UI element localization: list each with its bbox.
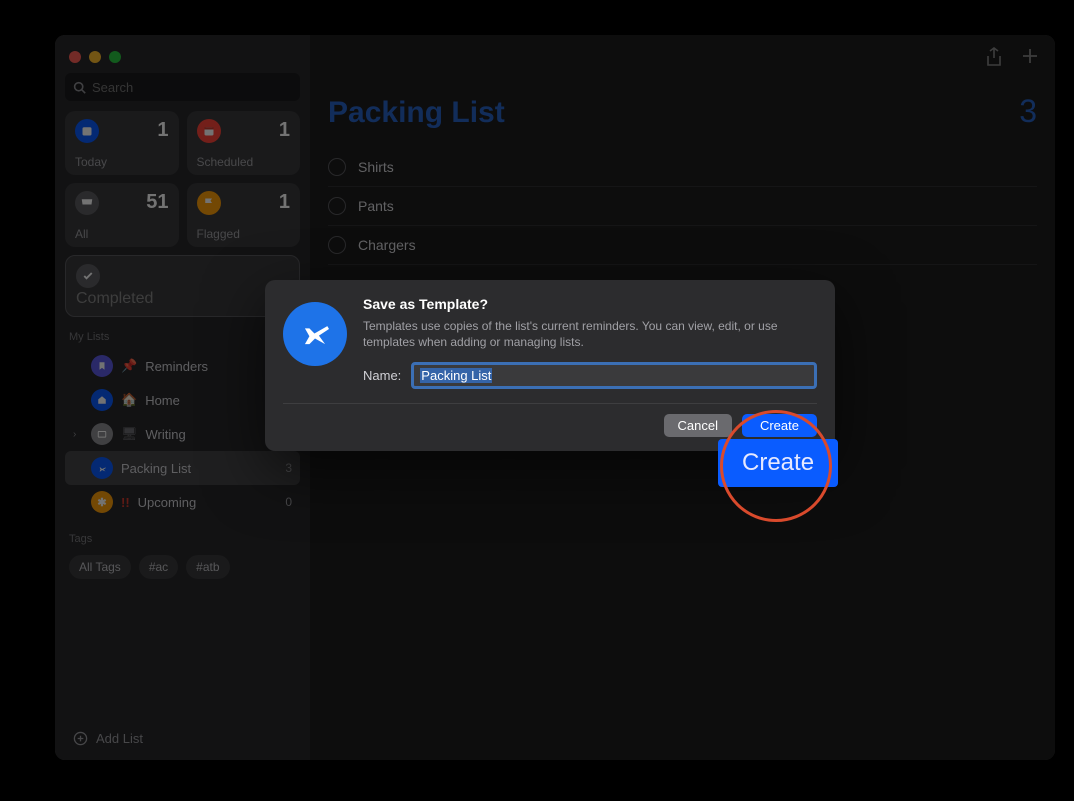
calendar-today-icon [75,119,99,143]
tile-label: All [75,227,169,241]
name-label: Name: [363,368,401,383]
template-name-value: Packing List [420,368,492,383]
tile-label: Flagged [197,227,291,241]
list-packing-list[interactable]: Packing List 3 [65,451,300,485]
reminder-title: Chargers [358,237,416,253]
flag-icon [197,191,221,215]
section-tags-title: Tags [69,533,296,545]
reminder-title: Pants [358,198,394,214]
list-label: Home [145,393,180,408]
bookmark-icon [91,355,113,377]
toolbar [985,47,1039,67]
chevron-right-icon[interactable]: › [73,429,83,440]
add-list-button[interactable]: Add List [65,721,300,760]
modal-description: Templates use copies of the list's curre… [363,318,817,350]
smart-list-tiles: 1 Today 1 Scheduled 51 [65,111,300,247]
reminder-item[interactable]: Chargers [328,226,1037,265]
home-icon [91,389,113,411]
complete-toggle[interactable] [328,236,346,254]
asterisk-icon: ✱ [91,491,113,513]
tags: All Tags #ac #atb [65,551,300,583]
complete-toggle[interactable] [328,158,346,176]
reminder-item[interactable]: Shirts [328,148,1037,187]
list-count: 0 [285,495,292,509]
priority-icon: !! [121,495,130,510]
complete-toggle[interactable] [328,197,346,215]
modal-title: Save as Template? [363,296,817,312]
window-controls [65,47,300,73]
tile-label: Today [75,155,169,169]
list-upcoming[interactable]: ✱ !! Upcoming 0 [65,485,300,519]
list-label: Packing List [121,461,191,476]
display-icon: 🖥 [121,426,138,442]
list-label: Reminders [145,359,208,374]
list-total-count: 3 [1019,93,1037,130]
plus-circle-icon [73,731,88,746]
list-label: Upcoming [138,495,197,510]
maximize-window-button[interactable] [109,51,121,63]
tile-label: Completed [76,290,289,308]
tag-all[interactable]: All Tags [69,555,131,579]
search-field[interactable] [65,73,300,101]
plane-icon [91,457,113,479]
tile-count: 1 [157,119,168,142]
list-title: Packing List [328,96,505,130]
checkmark-icon [76,264,100,288]
save-template-modal: Save as Template? Templates use copies o… [265,280,835,451]
tag-ac[interactable]: #ac [139,555,178,579]
list-label: Writing [146,427,186,442]
tile-count: 1 [279,191,290,214]
cancel-button[interactable]: Cancel [664,414,732,437]
calendar-icon [197,119,221,143]
add-reminder-icon[interactable] [1021,47,1039,67]
tile-flagged[interactable]: 1 Flagged [187,183,301,247]
house-glyph-icon: 🏠 [121,392,137,408]
tile-scheduled[interactable]: 1 Scheduled [187,111,301,175]
section-mylists-title: My Lists [69,331,296,343]
search-input[interactable] [90,79,292,96]
template-name-input[interactable]: Packing List [411,362,817,389]
tile-count: 1 [279,119,290,142]
list-count: 3 [285,461,292,475]
share-icon[interactable] [985,47,1003,67]
close-window-button[interactable] [69,51,81,63]
tile-count: 51 [146,191,168,214]
reminder-title: Shirts [358,159,394,175]
pin-icon: 📌 [121,358,137,374]
highlighted-create-button[interactable]: Create [718,439,838,487]
tile-label: Scheduled [197,155,291,169]
reminder-items: Shirts Pants Chargers [328,148,1037,265]
add-list-label: Add List [96,731,143,746]
search-icon [73,81,86,94]
create-button[interactable]: Create [742,414,817,437]
tag-atb[interactable]: #atb [186,555,229,579]
minimize-window-button[interactable] [89,51,101,63]
plane-icon [283,302,347,366]
folder-icon [91,423,113,445]
tray-icon [75,191,99,215]
tile-today[interactable]: 1 Today [65,111,179,175]
list-header: Packing List 3 [328,93,1037,130]
tile-all[interactable]: 51 All [65,183,179,247]
reminder-item[interactable]: Pants [328,187,1037,226]
